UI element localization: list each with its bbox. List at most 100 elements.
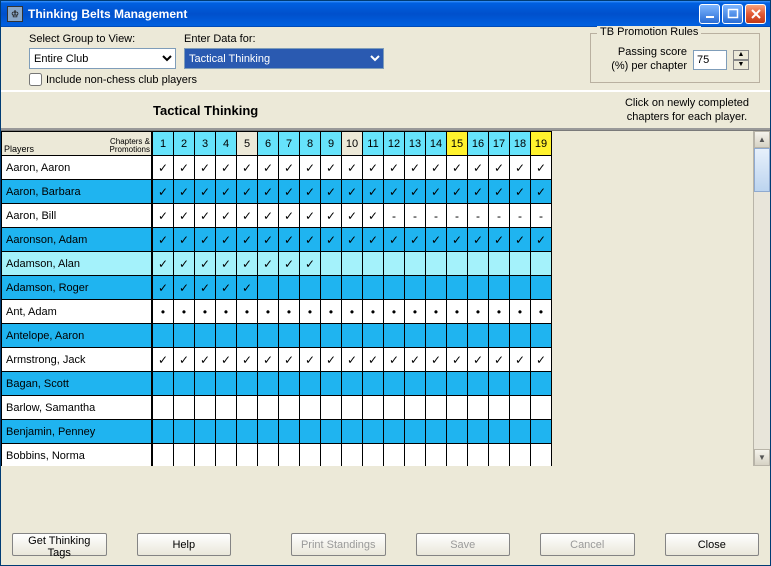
chapter-cell[interactable]: ✓: [531, 348, 552, 372]
include-nonchess-input[interactable]: [29, 73, 42, 86]
chapter-cell[interactable]: [300, 396, 321, 420]
chapter-cell[interactable]: ✓: [258, 180, 279, 204]
chapter-cell[interactable]: [447, 396, 468, 420]
chapter-cell[interactable]: [195, 396, 216, 420]
chapter-cell[interactable]: ✓: [531, 156, 552, 180]
chapter-cell[interactable]: [489, 252, 510, 276]
chapter-cell[interactable]: ✓: [384, 180, 405, 204]
chapter-cell[interactable]: ✓: [447, 180, 468, 204]
chapter-cell[interactable]: ✓: [195, 180, 216, 204]
chapter-cell[interactable]: ✓: [237, 180, 258, 204]
chapter-cell[interactable]: [426, 420, 447, 444]
chapter-cell[interactable]: [258, 444, 279, 467]
chapter-cell[interactable]: ✓: [300, 252, 321, 276]
chapter-cell[interactable]: •: [174, 300, 195, 324]
chapter-cell[interactable]: [384, 372, 405, 396]
chapter-cell[interactable]: [363, 396, 384, 420]
chapter-cell[interactable]: [258, 324, 279, 348]
chapter-cell[interactable]: [321, 324, 342, 348]
chapter-cell[interactable]: [195, 372, 216, 396]
chapter-cell[interactable]: ✓: [216, 204, 237, 228]
chapter-cell[interactable]: ✓: [237, 252, 258, 276]
chapter-cell[interactable]: [405, 324, 426, 348]
chapter-cell[interactable]: [363, 252, 384, 276]
chapter-cell[interactable]: ✓: [258, 156, 279, 180]
chapter-cell[interactable]: [426, 324, 447, 348]
chapter-header-1[interactable]: 1: [153, 132, 174, 156]
chapter-cell[interactable]: [300, 324, 321, 348]
chapter-cell[interactable]: [468, 276, 489, 300]
maximize-button[interactable]: [722, 4, 743, 24]
scroll-track[interactable]: [754, 148, 770, 449]
chapter-cell[interactable]: ✓: [216, 252, 237, 276]
chapter-header-16[interactable]: 16: [468, 132, 489, 156]
chapter-cell[interactable]: [468, 396, 489, 420]
chapter-cell[interactable]: [468, 324, 489, 348]
chapter-cell[interactable]: [531, 396, 552, 420]
chapter-cell[interactable]: ✓: [258, 204, 279, 228]
chapter-cell[interactable]: ✓: [321, 156, 342, 180]
chapter-cell[interactable]: ✓: [174, 156, 195, 180]
chapter-cell[interactable]: [237, 372, 258, 396]
chapter-cell[interactable]: [300, 420, 321, 444]
chapter-cell[interactable]: [489, 396, 510, 420]
player-name-cell[interactable]: Ant, Adam: [2, 300, 152, 324]
chapter-cell[interactable]: ✓: [279, 204, 300, 228]
chapter-cell[interactable]: ✓: [153, 180, 174, 204]
chapter-cell[interactable]: [531, 420, 552, 444]
chapter-cell[interactable]: •: [363, 300, 384, 324]
chapter-cell[interactable]: [300, 444, 321, 467]
chapter-cell[interactable]: [405, 396, 426, 420]
chapter-cell[interactable]: [258, 420, 279, 444]
chapter-cell[interactable]: [342, 252, 363, 276]
vertical-scrollbar[interactable]: ▲ ▼: [753, 131, 770, 466]
chapter-cell[interactable]: [195, 420, 216, 444]
chapter-cell[interactable]: ✓: [510, 228, 531, 252]
chapter-cell[interactable]: ✓: [447, 348, 468, 372]
chapter-cell[interactable]: ✓: [174, 180, 195, 204]
player-name-cell[interactable]: Benjamin, Penney: [2, 420, 152, 444]
chapter-cell[interactable]: [153, 324, 174, 348]
get-thinking-tags-button[interactable]: Get Thinking Tags: [12, 533, 107, 556]
minimize-button[interactable]: [699, 4, 720, 24]
chapter-cell[interactable]: [363, 324, 384, 348]
chapter-cell[interactable]: ✓: [237, 348, 258, 372]
chapter-cell[interactable]: •: [342, 300, 363, 324]
chapter-cell[interactable]: [489, 372, 510, 396]
chapter-cell[interactable]: •: [489, 300, 510, 324]
chapter-cell[interactable]: [363, 444, 384, 467]
chapter-cell[interactable]: [216, 396, 237, 420]
chapter-cell[interactable]: ✓: [279, 252, 300, 276]
player-name-cell[interactable]: Bagan, Scott: [2, 372, 152, 396]
chapter-cell[interactable]: ✓: [300, 348, 321, 372]
help-button[interactable]: Help: [137, 533, 232, 556]
chapter-cell[interactable]: -: [447, 204, 468, 228]
chapter-cell[interactable]: ✓: [237, 156, 258, 180]
chapter-cell[interactable]: [321, 372, 342, 396]
chapter-cell[interactable]: ✓: [342, 180, 363, 204]
chapter-cell[interactable]: [216, 372, 237, 396]
chapter-cell[interactable]: •: [405, 300, 426, 324]
save-button[interactable]: Save: [416, 533, 511, 556]
chapter-cell[interactable]: [258, 372, 279, 396]
chapter-cell[interactable]: ✓: [216, 156, 237, 180]
chapter-cell[interactable]: ✓: [405, 156, 426, 180]
chapter-cell[interactable]: [405, 252, 426, 276]
chapter-cell[interactable]: -: [531, 204, 552, 228]
chapter-cell[interactable]: [489, 444, 510, 467]
chapter-cell[interactable]: ✓: [216, 276, 237, 300]
chapter-cell[interactable]: [489, 276, 510, 300]
chapter-cell[interactable]: ✓: [279, 348, 300, 372]
chapter-cell[interactable]: ✓: [174, 348, 195, 372]
chapter-header-9[interactable]: 9: [321, 132, 342, 156]
chapter-cell[interactable]: [384, 420, 405, 444]
chapter-cell[interactable]: ✓: [468, 180, 489, 204]
chapter-cell[interactable]: [468, 252, 489, 276]
chapter-cell[interactable]: ✓: [153, 276, 174, 300]
chapter-cell[interactable]: ✓: [195, 276, 216, 300]
chapter-cell[interactable]: ✓: [363, 228, 384, 252]
player-name-cell[interactable]: Armstrong, Jack: [2, 348, 152, 372]
chapter-cell[interactable]: [426, 276, 447, 300]
chapter-cell[interactable]: •: [195, 300, 216, 324]
chapter-cell[interactable]: -: [426, 204, 447, 228]
